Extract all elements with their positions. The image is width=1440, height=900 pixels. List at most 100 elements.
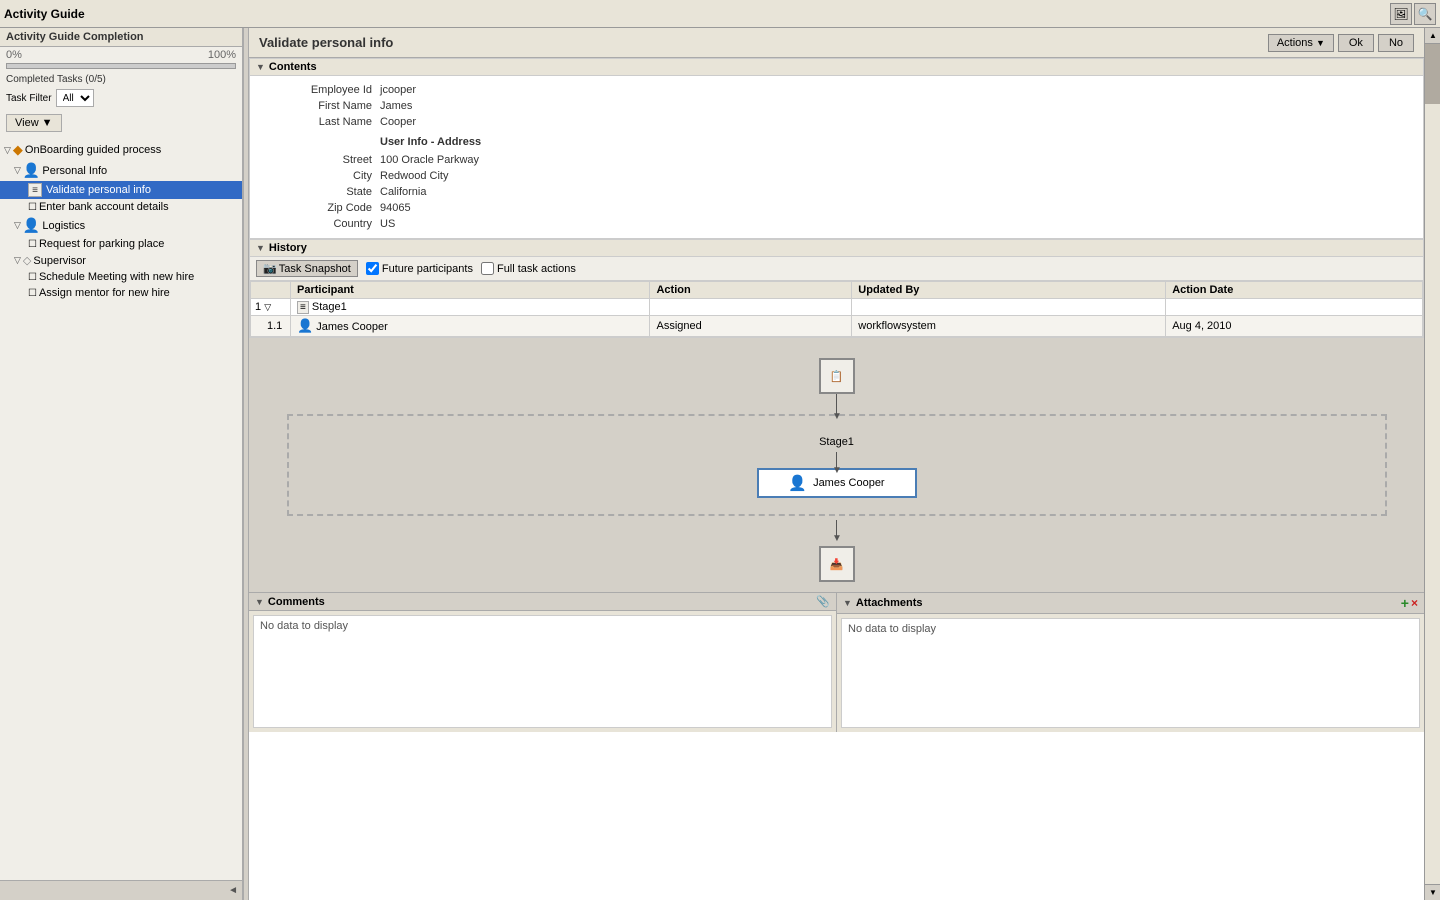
sidebar-item-personal-info[interactable]: ▽ 👤 Personal Info: [0, 160, 242, 181]
attachments-remove-icon[interactable]: ×: [1411, 596, 1418, 610]
state-row: State California: [260, 184, 1413, 200]
view-button[interactable]: View ▼: [6, 114, 62, 132]
last-name-label: Last Name: [260, 116, 380, 128]
state-label: State: [260, 186, 380, 198]
bank-account-label: Enter bank account details: [39, 201, 169, 213]
future-participants-label: Future participants: [382, 263, 473, 275]
contents-collapse-icon[interactable]: ▼: [256, 62, 265, 72]
history-section-header: ▼ History: [250, 240, 1423, 257]
diagram-person-icon: 👤: [788, 474, 807, 492]
parking-label: Request for parking place: [39, 238, 164, 250]
row-updated-by-1-1: workflowsystem: [852, 316, 1166, 337]
no-button[interactable]: No: [1378, 34, 1414, 52]
contents-section-header: ▼ Contents: [250, 59, 1423, 76]
scroll-up-button[interactable]: ▲: [1425, 28, 1440, 44]
user-info-address-label: User Info - Address: [380, 132, 481, 150]
employee-id-label: Employee Id: [260, 84, 380, 96]
tree-area: ▽ ◆ OnBoarding guided process ▽ 👤 Person…: [0, 136, 242, 880]
sidebar-item-validate-personal-info[interactable]: ≡ Validate personal info: [0, 181, 242, 199]
subtask-icon-mentor: ☐: [28, 288, 37, 299]
first-name-value: James: [380, 100, 412, 112]
future-participants-check-label[interactable]: Future participants: [366, 262, 473, 275]
actions-dropdown[interactable]: Actions ▼: [1268, 34, 1334, 52]
user-info-address-row: User Info - Address: [260, 130, 1413, 152]
comments-label: Comments: [268, 596, 325, 608]
stage-icon: ≡: [297, 301, 309, 314]
sidebar-item-supervisor[interactable]: ▽ ◇ Supervisor: [0, 252, 242, 269]
supervisor-label: Supervisor: [33, 255, 86, 267]
scroll-down-button[interactable]: ▼: [1425, 884, 1440, 900]
sidebar-item-assign-mentor[interactable]: ☐ Assign mentor for new hire: [0, 285, 242, 301]
full-task-actions-checkbox[interactable]: [481, 262, 494, 275]
dashed-stage-rect: Stage1 ▼ 👤 James Cooper: [287, 414, 1387, 516]
attachments-collapse-icon[interactable]: ▼: [843, 598, 852, 608]
row-action-1: [650, 299, 852, 316]
arrow-head-2: ▼: [832, 465, 842, 476]
snapshot-label: Task Snapshot: [279, 263, 351, 275]
view-label: View: [15, 117, 39, 129]
attachments-header: ▼ Attachments + ×: [837, 593, 1424, 614]
browse-icon[interactable]: 🖼: [1390, 3, 1412, 25]
view-button-container: View ▼: [6, 114, 236, 132]
task-filter: Task Filter All: [0, 86, 242, 110]
ok-button[interactable]: Ok: [1338, 34, 1374, 52]
collapse-arrow-personal-info[interactable]: ▽: [14, 165, 21, 176]
diagram-task-label: James Cooper: [813, 477, 885, 489]
sidebar-item-onboarding[interactable]: ▽ ◆ OnBoarding guided process: [0, 140, 242, 160]
comments-content: No data to display: [253, 615, 832, 728]
contents-section: ▼ Contents Employee Id jcooper First Nam…: [249, 58, 1424, 239]
view-dropdown-arrow: ▼: [42, 117, 53, 129]
country-value: US: [380, 218, 395, 230]
employee-id-value: jcooper: [380, 84, 416, 96]
logistics-person-icon: 👤: [23, 217, 40, 234]
diagram-node-top: 📋 ▼: [819, 358, 855, 414]
arrow-head-3: ▼: [832, 533, 842, 544]
scroll-thumb[interactable]: [1425, 44, 1440, 104]
clipboard-icon-box: 📋: [819, 358, 855, 394]
actions-button[interactable]: Actions ▼: [1268, 34, 1334, 52]
stage-label: Stage1: [819, 436, 854, 448]
progress-bar-container: 0% 100%: [6, 49, 236, 71]
sidebar-item-logistics[interactable]: ▽ 👤 Logistics: [0, 215, 242, 236]
arrow-head-1: ▼: [832, 411, 842, 422]
attachments-section: ▼ Attachments + × No data to display: [837, 593, 1424, 732]
sidebar: Activity Guide Completion 0% 100% Comple…: [0, 28, 243, 900]
collapse-arrow-supervisor[interactable]: ▽: [14, 255, 21, 266]
comments-header: ▼ Comments 📎: [249, 593, 836, 611]
country-row: Country US: [260, 216, 1413, 232]
download-icon: 📥: [830, 558, 844, 571]
task-header: Validate personal info Actions ▼ Ok No: [249, 28, 1424, 58]
attachments-add-icon[interactable]: +: [1401, 595, 1409, 611]
diagram-arrow-1: ▼: [836, 394, 837, 414]
attachments-label: Attachments: [856, 597, 923, 609]
row-num-1-1: 1.1: [251, 316, 291, 337]
comments-attach-icon[interactable]: 📎: [816, 595, 830, 608]
sidebar-item-schedule-meeting[interactable]: ☐ Schedule Meeting with new hire: [0, 269, 242, 285]
task-filter-select[interactable]: All: [56, 89, 94, 107]
sidebar-item-parking[interactable]: ☐ Request for parking place: [0, 236, 242, 252]
future-participants-checkbox[interactable]: [366, 262, 379, 275]
collapse-arrow-logistics[interactable]: ▽: [14, 220, 21, 231]
state-value: California: [380, 186, 426, 198]
sidebar-item-bank-account[interactable]: ☐ Enter bank account details: [0, 199, 242, 215]
schedule-meeting-label: Schedule Meeting with new hire: [39, 271, 194, 283]
row-expand-icon[interactable]: ▽: [264, 302, 271, 312]
full-task-actions-check-label[interactable]: Full task actions: [481, 262, 576, 275]
comments-collapse-icon[interactable]: ▼: [255, 597, 264, 607]
subtask-icon-meeting: ☐: [28, 272, 37, 283]
history-header-label: History: [269, 242, 307, 254]
last-name-value: Cooper: [380, 116, 416, 128]
sidebar-header: Activity Guide Completion: [0, 28, 242, 47]
collapse-arrow-onboarding[interactable]: ▽: [4, 145, 11, 156]
task-snapshot-button[interactable]: 📷 Task Snapshot: [256, 260, 358, 277]
history-collapse-icon[interactable]: ▼: [256, 243, 265, 253]
city-label: City: [260, 170, 380, 182]
download-icon-box: 📥: [819, 546, 855, 582]
history-table: Participant Action Updated By Action Dat…: [250, 281, 1423, 337]
process-icon: ◆: [13, 142, 23, 158]
row-action-date-1-1: Aug 4, 2010: [1166, 316, 1423, 337]
logistics-label: Logistics: [42, 220, 85, 232]
snapshot-icon: 📷: [263, 262, 277, 275]
sidebar-bottom-arrow[interactable]: ◄: [224, 883, 242, 898]
search-icon[interactable]: 🔍: [1414, 3, 1436, 25]
